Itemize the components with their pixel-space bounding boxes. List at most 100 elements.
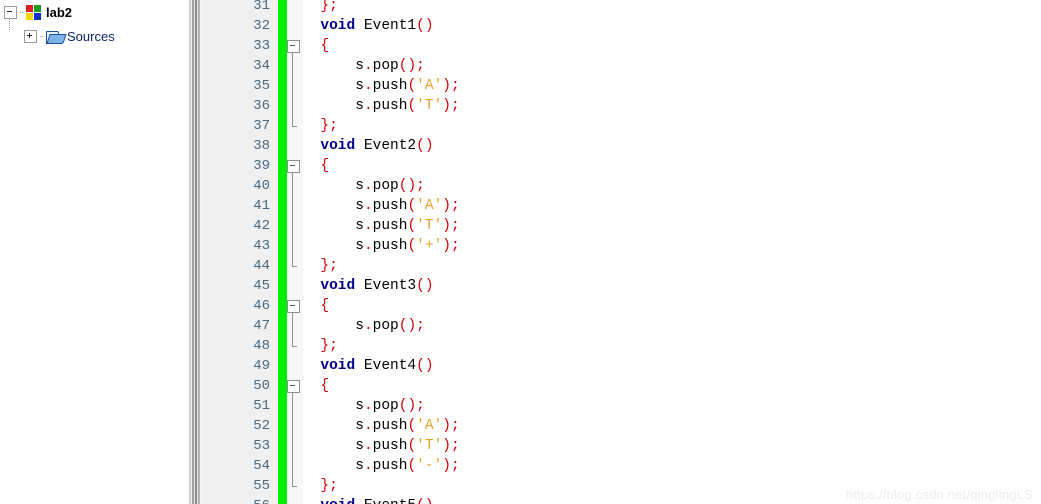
code-token: push bbox=[372, 438, 408, 454]
line-number: 38 bbox=[253, 138, 270, 154]
code-line[interactable]: s.push('A'); bbox=[355, 416, 459, 436]
line-number: 50 bbox=[253, 378, 270, 394]
code-line[interactable]: void Event2() bbox=[320, 136, 433, 156]
open-folder-icon bbox=[46, 30, 67, 44]
code-token: { bbox=[320, 38, 330, 54]
code-line[interactable]: s.push('A'); bbox=[355, 196, 459, 216]
code-token: push bbox=[372, 418, 408, 434]
code-line[interactable]: s.push('T'); bbox=[355, 96, 459, 116]
code-token: (); bbox=[398, 178, 425, 194]
code-token: { bbox=[320, 158, 330, 174]
code-line[interactable]: void Event3() bbox=[320, 276, 433, 296]
tree-item-sources[interactable]: Sources bbox=[24, 26, 115, 46]
code-line[interactable]: void Event4() bbox=[320, 356, 433, 376]
fold-collapse-box[interactable] bbox=[287, 40, 300, 53]
code-token: . bbox=[363, 438, 373, 454]
code-line[interactable]: void Event5() bbox=[320, 496, 433, 504]
code-token: s bbox=[355, 78, 364, 94]
code-token: 'A' bbox=[416, 78, 443, 94]
code-token: . bbox=[363, 98, 373, 114]
code-line[interactable]: }; bbox=[320, 116, 337, 136]
code-token: void bbox=[320, 498, 355, 504]
code-line[interactable]: s.pop(); bbox=[355, 396, 425, 416]
change-indicator-bar bbox=[278, 0, 287, 504]
code-fold-margin[interactable] bbox=[287, 0, 304, 504]
code-token: pop bbox=[372, 178, 399, 194]
line-number: 32 bbox=[253, 18, 270, 34]
fold-collapse-box[interactable] bbox=[287, 300, 300, 313]
code-token: () bbox=[416, 18, 434, 34]
code-token: Event4 bbox=[363, 358, 417, 374]
code-token: . bbox=[363, 398, 373, 414]
code-token: push bbox=[372, 458, 408, 474]
expand-plus-icon[interactable] bbox=[24, 29, 37, 43]
code-line[interactable]: void Event1() bbox=[320, 16, 433, 36]
code-token: . bbox=[363, 238, 373, 254]
line-number: 33 bbox=[253, 38, 270, 54]
code-token: (); bbox=[398, 398, 425, 414]
code-token: ); bbox=[442, 198, 460, 214]
code-token: ( bbox=[407, 218, 417, 234]
line-number: 39 bbox=[253, 158, 270, 174]
code-token: ); bbox=[442, 98, 460, 114]
code-token: ); bbox=[442, 218, 460, 234]
code-line[interactable]: { bbox=[320, 376, 329, 396]
code-token: s bbox=[355, 438, 364, 454]
code-line[interactable]: s.push('T'); bbox=[355, 436, 459, 456]
code-editor[interactable]: 31 32 33 34 35 36 37 38 39 40 41 42 43 44 45 46 47 48 49 50… bbox=[201, 0, 1041, 504]
code-line[interactable]: }; bbox=[320, 256, 337, 276]
tree-dotted-connector bbox=[20, 11, 24, 13]
code-token: pop bbox=[372, 58, 399, 74]
fold-end-tick bbox=[292, 346, 297, 347]
code-line[interactable]: s.push('-'); bbox=[355, 456, 459, 476]
collapse-minus-icon[interactable] bbox=[4, 5, 17, 19]
code-token: void bbox=[320, 18, 356, 34]
code-line[interactable]: { bbox=[320, 156, 329, 176]
panel-splitter[interactable] bbox=[188, 0, 201, 504]
code-line[interactable]: s.pop(); bbox=[355, 56, 425, 76]
code-token: ( bbox=[407, 438, 417, 454]
code-token: { bbox=[320, 378, 330, 394]
code-token: . bbox=[363, 218, 373, 234]
code-token: () bbox=[416, 498, 433, 504]
code-line[interactable]: s.push('T'); bbox=[355, 216, 459, 236]
line-number: 36 bbox=[253, 98, 270, 114]
code-line[interactable]: s.push('+'); bbox=[355, 236, 459, 256]
fold-collapse-box[interactable] bbox=[287, 160, 300, 173]
code-token: s bbox=[355, 58, 364, 74]
code-line[interactable]: { bbox=[320, 36, 329, 56]
code-line[interactable]: }; bbox=[320, 476, 337, 496]
line-number: 56 bbox=[210, 496, 270, 504]
tree-item-lab2[interactable]: lab2 bbox=[4, 2, 72, 22]
code-line[interactable]: s.pop(); bbox=[355, 176, 425, 196]
code-token: () bbox=[416, 278, 434, 294]
code-line[interactable]: { bbox=[320, 296, 329, 316]
line-number: 35 bbox=[253, 78, 270, 94]
code-token: Event3 bbox=[363, 278, 417, 294]
code-line[interactable]: }; bbox=[320, 0, 337, 16]
code-token: 'A' bbox=[416, 418, 443, 434]
code-token: } bbox=[320, 0, 330, 14]
code-text-area[interactable]: }; void Event1(){s.pop(); s.push('A'); s.pu… bbox=[303, 0, 1041, 504]
fold-collapse-box[interactable] bbox=[287, 380, 300, 393]
code-line[interactable]: s.pop(); bbox=[355, 316, 425, 336]
code-line[interactable]: s.push('A'); bbox=[355, 76, 459, 96]
code-token: . bbox=[363, 458, 373, 474]
line-number: 53 bbox=[253, 438, 270, 454]
code-token: . bbox=[363, 318, 373, 334]
code-token: . bbox=[363, 418, 373, 434]
code-token: { bbox=[320, 298, 330, 314]
tree-dotted-connector bbox=[40, 35, 44, 37]
project-tree-panel: lab2 Sources bbox=[0, 0, 188, 504]
line-number: 49 bbox=[253, 358, 270, 374]
line-number: 55 bbox=[253, 478, 270, 494]
code-line[interactable]: }; bbox=[320, 336, 337, 356]
code-token: push bbox=[372, 218, 408, 234]
code-token: void bbox=[320, 278, 356, 294]
code-token: ( bbox=[407, 78, 417, 94]
code-token: push bbox=[372, 78, 408, 94]
code-token: }; bbox=[320, 118, 338, 134]
tree-item-label: lab2 bbox=[46, 4, 73, 20]
